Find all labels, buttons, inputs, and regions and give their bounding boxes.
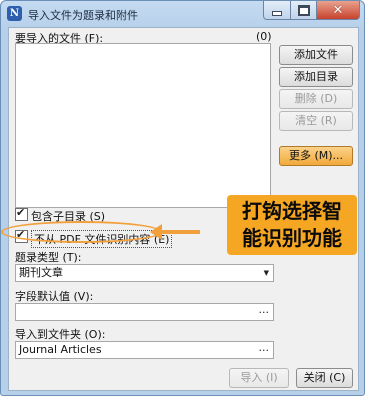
annotation-line-2: 能识别功能 xyxy=(242,226,342,250)
close-button[interactable]: 关闭 (C) xyxy=(296,368,353,388)
import-dialog-window: N 导入文件为题录和附件 ✕ 要导入的文件 (F): (0) 添加文件 (A).… xyxy=(0,0,365,396)
title-bar[interactable]: N 导入文件为题录和附件 ✕ xyxy=(1,1,364,27)
target-folder-label: 导入到文件夹 (O): xyxy=(15,328,106,341)
minimize-button[interactable] xyxy=(263,1,291,20)
close-icon: ✕ xyxy=(332,2,344,18)
more-button[interactable]: 更多 (M)... xyxy=(279,146,353,166)
window-controls: ✕ xyxy=(263,1,360,20)
add-directory-button[interactable]: 添加目录 (Y)... xyxy=(279,67,353,101)
minimize-icon xyxy=(272,10,282,16)
files-count: (0) xyxy=(256,30,272,43)
include-subdirs-checkbox[interactable]: ✔ xyxy=(15,206,28,221)
close-window-button[interactable]: ✕ xyxy=(317,1,360,20)
annotation-arrow-line xyxy=(160,230,200,234)
default-value-field[interactable]: ... xyxy=(15,303,274,321)
checkmark-icon: ✔ xyxy=(16,206,26,219)
annotation-line-1: 打钩选择智 xyxy=(242,199,342,223)
ref-type-select[interactable]: 期刊文章 ▼ xyxy=(15,264,274,282)
maximize-button[interactable] xyxy=(291,1,317,20)
ellipsis-icon[interactable]: ... xyxy=(259,340,270,356)
target-folder-value: Journal Articles xyxy=(19,343,102,356)
app-icon: N xyxy=(7,6,22,21)
dropdown-arrow-icon: ▼ xyxy=(263,269,269,277)
annotation-callout: 打钩选择智 能识别功能 xyxy=(227,195,357,255)
add-file-button[interactable]: 添加文件 (A)... xyxy=(279,45,353,79)
target-folder-field[interactable]: Journal Articles ... xyxy=(15,341,274,359)
ref-type-value: 期刊文章 xyxy=(19,266,63,279)
ref-type-label: 题录类型 (T): xyxy=(15,251,82,264)
window-title: 导入文件为题录和附件 xyxy=(28,9,138,22)
file-list[interactable] xyxy=(15,43,271,208)
maximize-icon xyxy=(297,4,310,16)
annotation-arrow-icon xyxy=(150,224,162,240)
default-value-label: 字段默认值 (V): xyxy=(15,290,94,303)
ellipsis-icon[interactable]: ... xyxy=(259,302,270,318)
highlight-oval xyxy=(1,221,162,243)
import-button[interactable]: 导入 (I) xyxy=(229,368,289,388)
delete-button[interactable]: 删除 (D) xyxy=(279,89,353,109)
clear-button[interactable]: 清空 (R) xyxy=(279,111,353,131)
